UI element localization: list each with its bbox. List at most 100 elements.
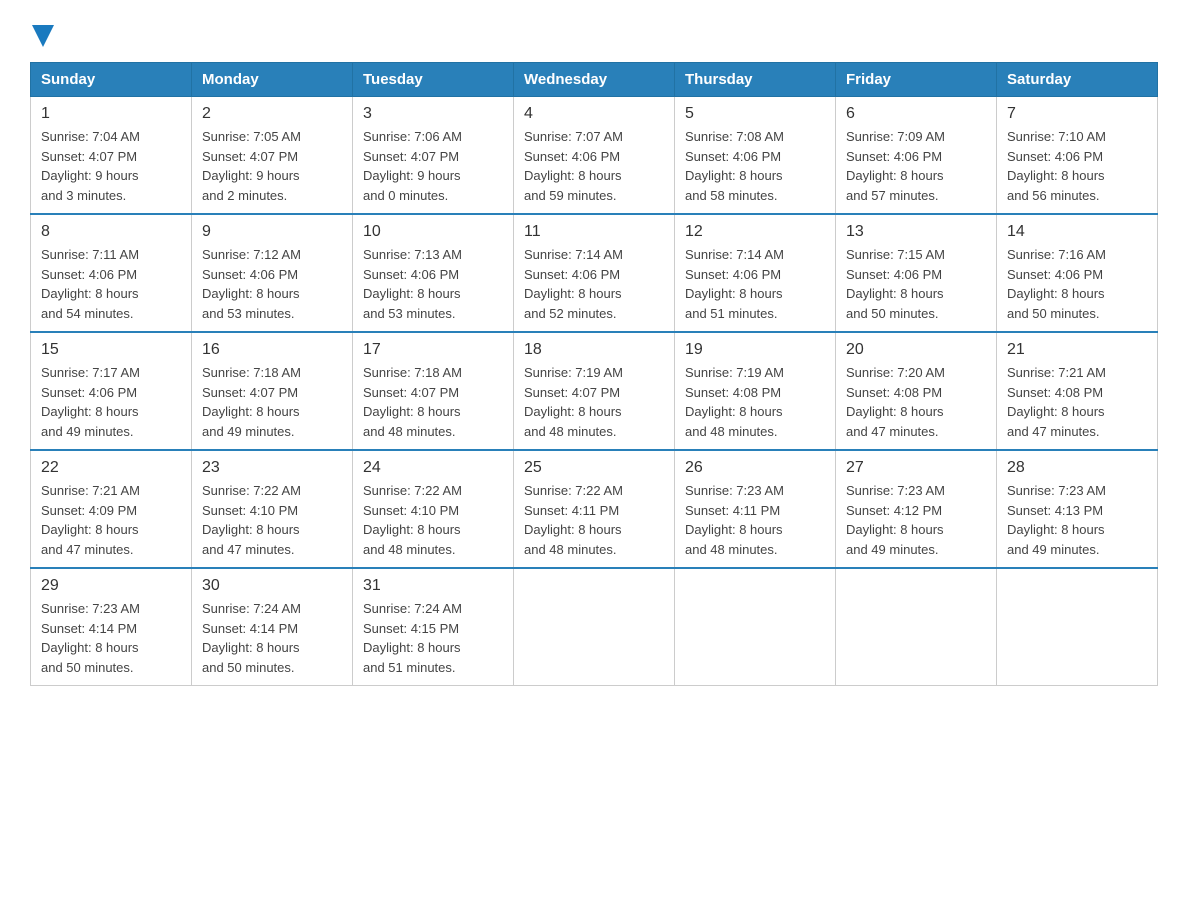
day-number: 17 [363,341,503,359]
day-info: Sunrise: 7:24 AM Sunset: 4:15 PM Dayligh… [363,599,503,677]
day-number: 15 [41,341,181,359]
calendar-cell: 12 Sunrise: 7:14 AM Sunset: 4:06 PM Dayl… [675,214,836,332]
day-number: 10 [363,223,503,241]
calendar-week-4: 22 Sunrise: 7:21 AM Sunset: 4:09 PM Dayl… [31,450,1158,568]
day-number: 21 [1007,341,1147,359]
day-number: 26 [685,459,825,477]
page-header [30,20,1158,52]
day-info: Sunrise: 7:19 AM Sunset: 4:08 PM Dayligh… [685,363,825,441]
day-number: 18 [524,341,664,359]
calendar-cell: 10 Sunrise: 7:13 AM Sunset: 4:06 PM Dayl… [353,214,514,332]
day-info: Sunrise: 7:19 AM Sunset: 4:07 PM Dayligh… [524,363,664,441]
day-info: Sunrise: 7:14 AM Sunset: 4:06 PM Dayligh… [524,245,664,323]
day-info: Sunrise: 7:21 AM Sunset: 4:09 PM Dayligh… [41,481,181,559]
day-header-friday: Friday [836,63,997,97]
day-header-tuesday: Tuesday [353,63,514,97]
calendar-cell: 18 Sunrise: 7:19 AM Sunset: 4:07 PM Dayl… [514,332,675,450]
day-info: Sunrise: 7:12 AM Sunset: 4:06 PM Dayligh… [202,245,342,323]
day-number: 20 [846,341,986,359]
calendar-cell: 14 Sunrise: 7:16 AM Sunset: 4:06 PM Dayl… [997,214,1158,332]
day-info: Sunrise: 7:18 AM Sunset: 4:07 PM Dayligh… [202,363,342,441]
day-number: 25 [524,459,664,477]
calendar-cell: 9 Sunrise: 7:12 AM Sunset: 4:06 PM Dayli… [192,214,353,332]
calendar-cell: 21 Sunrise: 7:21 AM Sunset: 4:08 PM Dayl… [997,332,1158,450]
day-info: Sunrise: 7:14 AM Sunset: 4:06 PM Dayligh… [685,245,825,323]
calendar-cell: 1 Sunrise: 7:04 AM Sunset: 4:07 PM Dayli… [31,97,192,215]
day-number: 9 [202,223,342,241]
day-info: Sunrise: 7:09 AM Sunset: 4:06 PM Dayligh… [846,127,986,205]
day-info: Sunrise: 7:15 AM Sunset: 4:06 PM Dayligh… [846,245,986,323]
calendar-cell: 6 Sunrise: 7:09 AM Sunset: 4:06 PM Dayli… [836,97,997,215]
calendar-table: SundayMondayTuesdayWednesdayThursdayFrid… [30,62,1158,686]
day-number: 23 [202,459,342,477]
calendar-cell: 4 Sunrise: 7:07 AM Sunset: 4:06 PM Dayli… [514,97,675,215]
day-number: 28 [1007,459,1147,477]
calendar-cell: 7 Sunrise: 7:10 AM Sunset: 4:06 PM Dayli… [997,97,1158,215]
day-number: 5 [685,105,825,123]
day-number: 30 [202,577,342,595]
day-number: 22 [41,459,181,477]
day-info: Sunrise: 7:05 AM Sunset: 4:07 PM Dayligh… [202,127,342,205]
calendar-header-row: SundayMondayTuesdayWednesdayThursdayFrid… [31,63,1158,97]
calendar-cell: 28 Sunrise: 7:23 AM Sunset: 4:13 PM Dayl… [997,450,1158,568]
calendar-cell [675,568,836,686]
day-number: 6 [846,105,986,123]
day-info: Sunrise: 7:22 AM Sunset: 4:10 PM Dayligh… [202,481,342,559]
calendar-cell: 26 Sunrise: 7:23 AM Sunset: 4:11 PM Dayl… [675,450,836,568]
day-info: Sunrise: 7:10 AM Sunset: 4:06 PM Dayligh… [1007,127,1147,205]
calendar-cell: 16 Sunrise: 7:18 AM Sunset: 4:07 PM Dayl… [192,332,353,450]
calendar-cell: 31 Sunrise: 7:24 AM Sunset: 4:15 PM Dayl… [353,568,514,686]
calendar-cell: 27 Sunrise: 7:23 AM Sunset: 4:12 PM Dayl… [836,450,997,568]
day-number: 13 [846,223,986,241]
calendar-cell: 15 Sunrise: 7:17 AM Sunset: 4:06 PM Dayl… [31,332,192,450]
calendar-cell: 8 Sunrise: 7:11 AM Sunset: 4:06 PM Dayli… [31,214,192,332]
day-info: Sunrise: 7:23 AM Sunset: 4:11 PM Dayligh… [685,481,825,559]
calendar-week-5: 29 Sunrise: 7:23 AM Sunset: 4:14 PM Dayl… [31,568,1158,686]
day-info: Sunrise: 7:23 AM Sunset: 4:13 PM Dayligh… [1007,481,1147,559]
day-header-thursday: Thursday [675,63,836,97]
day-number: 16 [202,341,342,359]
calendar-cell: 11 Sunrise: 7:14 AM Sunset: 4:06 PM Dayl… [514,214,675,332]
calendar-cell: 30 Sunrise: 7:24 AM Sunset: 4:14 PM Dayl… [192,568,353,686]
calendar-cell: 5 Sunrise: 7:08 AM Sunset: 4:06 PM Dayli… [675,97,836,215]
day-number: 29 [41,577,181,595]
day-info: Sunrise: 7:21 AM Sunset: 4:08 PM Dayligh… [1007,363,1147,441]
day-header-saturday: Saturday [997,63,1158,97]
day-number: 1 [41,105,181,123]
day-header-wednesday: Wednesday [514,63,675,97]
day-info: Sunrise: 7:04 AM Sunset: 4:07 PM Dayligh… [41,127,181,205]
calendar-cell: 29 Sunrise: 7:23 AM Sunset: 4:14 PM Dayl… [31,568,192,686]
day-info: Sunrise: 7:06 AM Sunset: 4:07 PM Dayligh… [363,127,503,205]
calendar-cell: 22 Sunrise: 7:21 AM Sunset: 4:09 PM Dayl… [31,450,192,568]
calendar-cell [514,568,675,686]
day-number: 12 [685,223,825,241]
day-info: Sunrise: 7:22 AM Sunset: 4:10 PM Dayligh… [363,481,503,559]
calendar-cell: 2 Sunrise: 7:05 AM Sunset: 4:07 PM Dayli… [192,97,353,215]
calendar-cell: 13 Sunrise: 7:15 AM Sunset: 4:06 PM Dayl… [836,214,997,332]
calendar-cell: 23 Sunrise: 7:22 AM Sunset: 4:10 PM Dayl… [192,450,353,568]
day-info: Sunrise: 7:11 AM Sunset: 4:06 PM Dayligh… [41,245,181,323]
day-info: Sunrise: 7:18 AM Sunset: 4:07 PM Dayligh… [363,363,503,441]
day-info: Sunrise: 7:23 AM Sunset: 4:14 PM Dayligh… [41,599,181,677]
day-info: Sunrise: 7:22 AM Sunset: 4:11 PM Dayligh… [524,481,664,559]
day-header-monday: Monday [192,63,353,97]
day-number: 7 [1007,105,1147,123]
day-number: 19 [685,341,825,359]
day-info: Sunrise: 7:16 AM Sunset: 4:06 PM Dayligh… [1007,245,1147,323]
logo [30,20,54,52]
day-number: 3 [363,105,503,123]
day-info: Sunrise: 7:20 AM Sunset: 4:08 PM Dayligh… [846,363,986,441]
day-number: 24 [363,459,503,477]
calendar-week-1: 1 Sunrise: 7:04 AM Sunset: 4:07 PM Dayli… [31,97,1158,215]
logo-triangle-icon [32,25,54,47]
day-info: Sunrise: 7:17 AM Sunset: 4:06 PM Dayligh… [41,363,181,441]
day-info: Sunrise: 7:08 AM Sunset: 4:06 PM Dayligh… [685,127,825,205]
calendar-cell [997,568,1158,686]
day-info: Sunrise: 7:07 AM Sunset: 4:06 PM Dayligh… [524,127,664,205]
day-number: 2 [202,105,342,123]
day-number: 31 [363,577,503,595]
day-number: 8 [41,223,181,241]
day-info: Sunrise: 7:24 AM Sunset: 4:14 PM Dayligh… [202,599,342,677]
day-number: 27 [846,459,986,477]
calendar-week-3: 15 Sunrise: 7:17 AM Sunset: 4:06 PM Dayl… [31,332,1158,450]
